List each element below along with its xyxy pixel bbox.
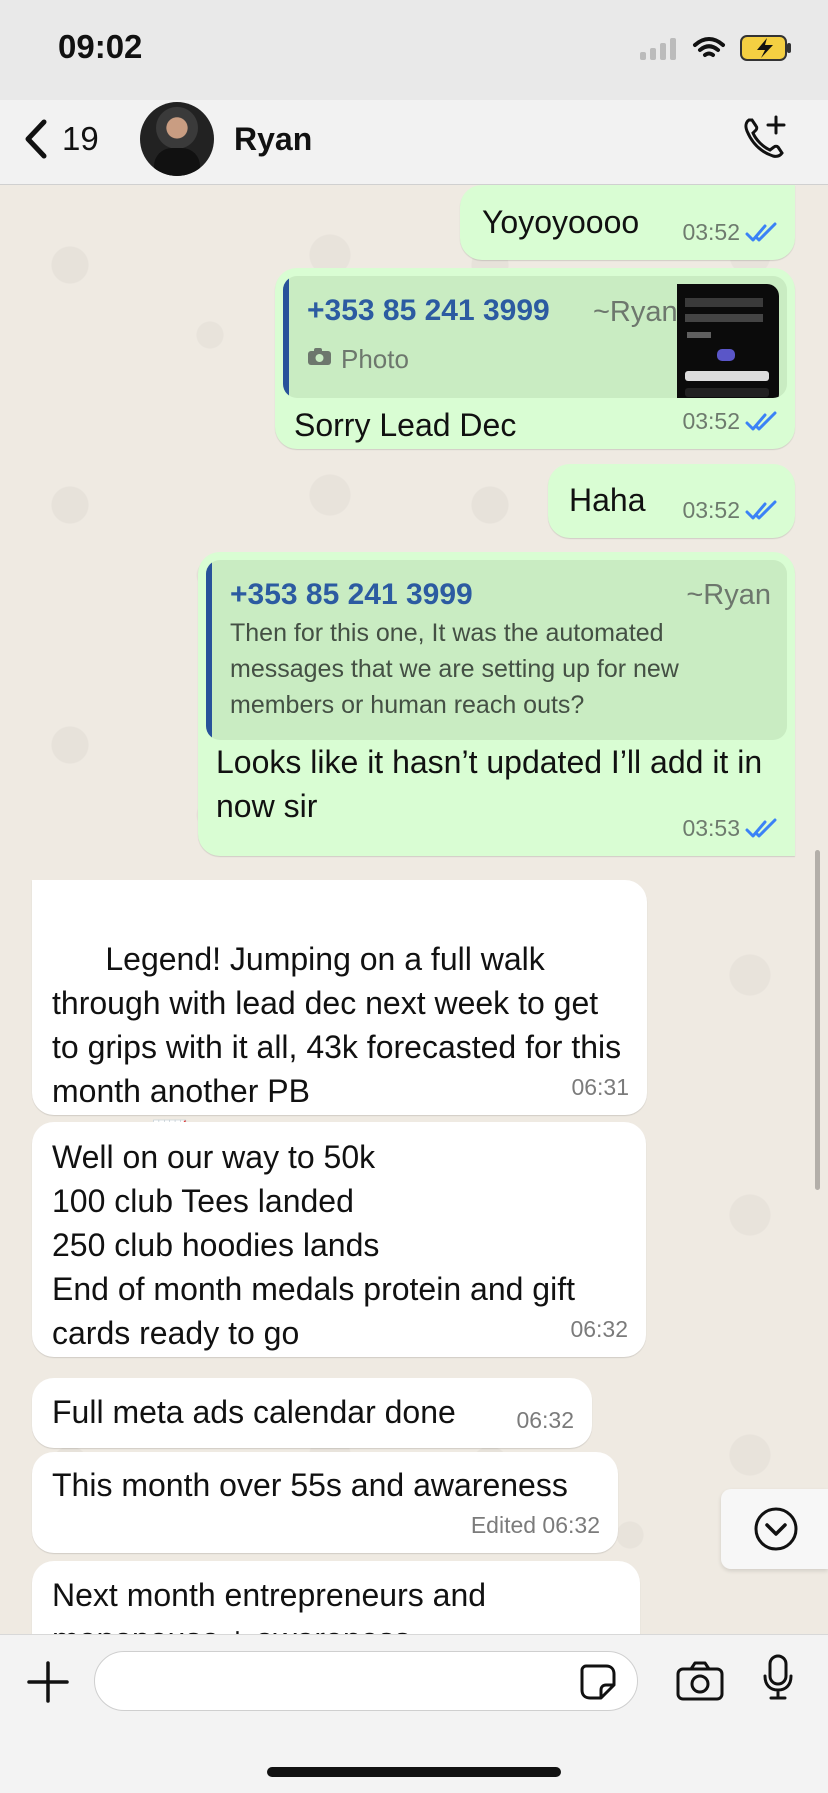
message-meta: 03:52 xyxy=(682,497,777,524)
camera-icon xyxy=(308,348,331,365)
reply-preview[interactable]: +353 85 241 3999 ~Ryan Photo xyxy=(283,276,787,398)
message-text: Next month entrepreneurs and menopause +… xyxy=(52,1577,487,1635)
status-bar: 09:02 xyxy=(0,0,828,100)
message-meta: Edited 06:32 xyxy=(471,1512,600,1539)
outgoing-message-with-reply[interactable]: +353 85 241 3999 ~Ryan Then for this one… xyxy=(198,552,795,856)
message-meta: 03:52 xyxy=(682,219,777,246)
message-meta: 06:32 xyxy=(570,1316,628,1343)
wifi-icon xyxy=(693,37,725,57)
microphone-icon[interactable] xyxy=(760,1653,796,1701)
incoming-message[interactable]: Full meta ads calendar done 06:32 xyxy=(32,1378,592,1448)
message-time: 06:32 xyxy=(570,1316,628,1342)
outgoing-message[interactable]: Haha 03:52 xyxy=(548,464,795,538)
incoming-message[interactable]: Next month entrepreneurs and menopause +… xyxy=(32,1561,640,1635)
message-input[interactable] xyxy=(94,1651,638,1711)
message-time: 03:53 xyxy=(682,815,740,841)
unread-count: 19 xyxy=(62,120,99,157)
chevron-left-icon xyxy=(25,119,47,159)
message-meta: 06:31 xyxy=(571,1074,629,1101)
message-meta: 03:53 xyxy=(682,815,777,842)
read-receipt-icon xyxy=(745,500,777,519)
message-text: Sorry Lead Dec xyxy=(294,407,517,443)
message-text: Well on our way to 50k 100 club Tees lan… xyxy=(52,1139,575,1351)
incoming-message[interactable]: Legend! Jumping on a full walk through w… xyxy=(32,880,647,1154)
camera-icon[interactable] xyxy=(675,1660,725,1702)
battery-charging-icon xyxy=(740,35,791,61)
outgoing-message[interactable]: Yoyoyoooo 03:52 xyxy=(460,185,795,260)
add-call-icon xyxy=(744,115,786,158)
incoming-message[interactable]: Well on our way to 50k 100 club Tees lan… xyxy=(32,1122,646,1357)
quoted-author: +353 85 241 3999 xyxy=(307,294,550,327)
quoted-tag: ~Ryan xyxy=(593,296,678,328)
message-meta: 06:32 xyxy=(516,1407,574,1434)
message-text: Full meta ads calendar done xyxy=(52,1394,456,1430)
quoted-author: +353 85 241 3999 xyxy=(230,578,473,611)
message-composer xyxy=(0,1634,828,1793)
message-time: 03:52 xyxy=(682,408,740,434)
chat-area[interactable]: Yoyoyoooo 03:52 +353 85 241 3999 ~Ryan P… xyxy=(0,185,828,1635)
reply-preview[interactable]: +353 85 241 3999 ~Ryan Then for this one… xyxy=(206,560,787,740)
scrollbar[interactable] xyxy=(815,850,820,1190)
message-text: Haha xyxy=(569,482,646,518)
message-text: Yoyoyoooo xyxy=(482,204,640,240)
message-time: 03:52 xyxy=(682,497,740,523)
status-time: 09:02 xyxy=(58,28,143,65)
chat-header: 19 Ryan xyxy=(0,100,828,185)
quoted-tag: ~Ryan xyxy=(686,579,771,611)
quoted-text: Then for this one, It was the automated … xyxy=(230,619,679,719)
reply-accent-bar xyxy=(283,276,289,398)
message-time: Edited 06:32 xyxy=(470,1512,600,1538)
back-button[interactable]: 19 xyxy=(22,118,99,160)
contact-name[interactable]: Ryan xyxy=(234,121,312,158)
add-call-button[interactable] xyxy=(738,112,788,167)
read-receipt-icon xyxy=(745,818,777,837)
avatar[interactable] xyxy=(140,102,214,176)
message-meta: 03:52 xyxy=(682,408,777,435)
photo-thumbnail[interactable] xyxy=(677,284,779,398)
reply-accent-bar xyxy=(206,560,212,740)
quoted-media-label: Photo xyxy=(341,344,409,374)
status-icons xyxy=(640,34,794,62)
signal-icon xyxy=(640,38,676,60)
message-time: 03:52 xyxy=(682,219,740,245)
incoming-message[interactable]: This month over 55s and awareness Edited… xyxy=(32,1452,618,1553)
message-text: This month over 55s and awareness xyxy=(52,1467,568,1503)
message-time: 06:31 xyxy=(571,1074,629,1100)
outgoing-message-with-reply[interactable]: +353 85 241 3999 ~Ryan Photo Sorry Lead … xyxy=(275,268,795,449)
scroll-to-bottom-button[interactable] xyxy=(721,1489,828,1569)
plus-icon[interactable] xyxy=(25,1659,71,1705)
home-indicator xyxy=(267,1767,561,1777)
message-time: 06:32 xyxy=(516,1407,574,1433)
read-receipt-icon xyxy=(745,222,777,241)
chevron-down-icon xyxy=(754,1507,798,1551)
read-receipt-icon xyxy=(745,411,777,430)
sticker-icon[interactable] xyxy=(578,1662,618,1702)
message-text-body: Legend! Jumping on a full walk through w… xyxy=(52,941,631,1109)
